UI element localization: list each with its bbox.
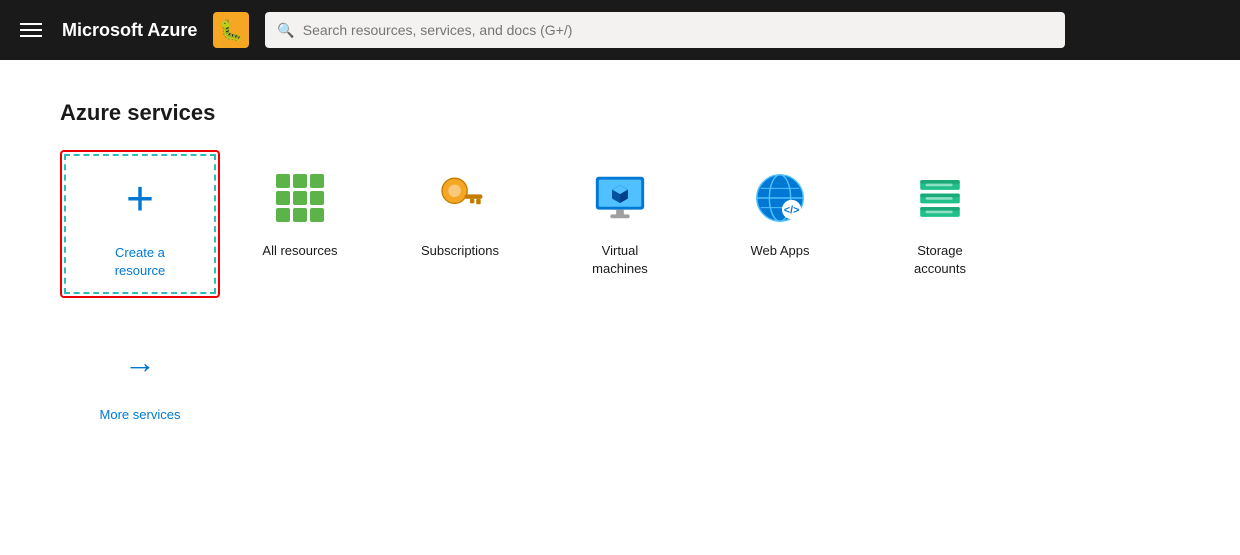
service-label-create-resource: Create aresource [115, 244, 166, 280]
create-resource-icon-wrap: + [108, 168, 172, 232]
service-virtual-machines[interactable]: Virtualmachines [540, 150, 700, 294]
service-web-apps[interactable]: </> Web Apps [700, 150, 860, 276]
top-navigation: Microsoft Azure 🐛 🔍 [0, 0, 1240, 60]
all-resources-icon-wrap [268, 166, 332, 230]
more-services-row: → More services [60, 314, 1180, 440]
hamburger-menu[interactable] [16, 19, 46, 41]
services-row: + Create aresource All resources [60, 150, 1180, 298]
grid-icon [276, 174, 324, 222]
storage-accounts-icon-wrap [908, 166, 972, 230]
search-bar[interactable]: 🔍 [265, 12, 1065, 48]
key-icon [433, 171, 487, 225]
arrow-icon-wrap: → [108, 330, 172, 394]
globe-icon: </> [751, 169, 809, 227]
main-content: Azure services + Create aresource All re… [0, 60, 1240, 555]
service-storage-accounts[interactable]: Storageaccounts [860, 150, 1020, 294]
service-label-web-apps: Web Apps [750, 242, 809, 260]
service-label-storage-accounts: Storageaccounts [914, 242, 966, 278]
storage-icon [913, 171, 967, 225]
search-icon: 🔍 [277, 22, 294, 39]
service-create-resource[interactable]: + Create aresource [60, 150, 220, 298]
app-title: Microsoft Azure [62, 20, 197, 41]
more-services-button[interactable]: → More services [60, 314, 220, 440]
subscriptions-icon-wrap [428, 166, 492, 230]
plus-icon: + [126, 176, 154, 224]
service-all-resources[interactable]: All resources [220, 150, 380, 276]
more-services-label: More services [100, 406, 181, 424]
bug-icon[interactable]: 🐛 [213, 12, 249, 48]
service-label-virtual-machines: Virtualmachines [592, 242, 648, 278]
monitor-icon [591, 169, 649, 227]
web-apps-icon-wrap: </> [748, 166, 812, 230]
arrow-right-icon: → [124, 344, 156, 381]
svg-text:</>: </> [784, 204, 799, 216]
service-subscriptions[interactable]: Subscriptions [380, 150, 540, 276]
search-input[interactable] [303, 22, 1054, 38]
section-title: Azure services [60, 100, 1180, 126]
service-label-subscriptions: Subscriptions [421, 242, 499, 260]
service-label-all-resources: All resources [262, 242, 337, 260]
vm-icon-wrap [588, 166, 652, 230]
